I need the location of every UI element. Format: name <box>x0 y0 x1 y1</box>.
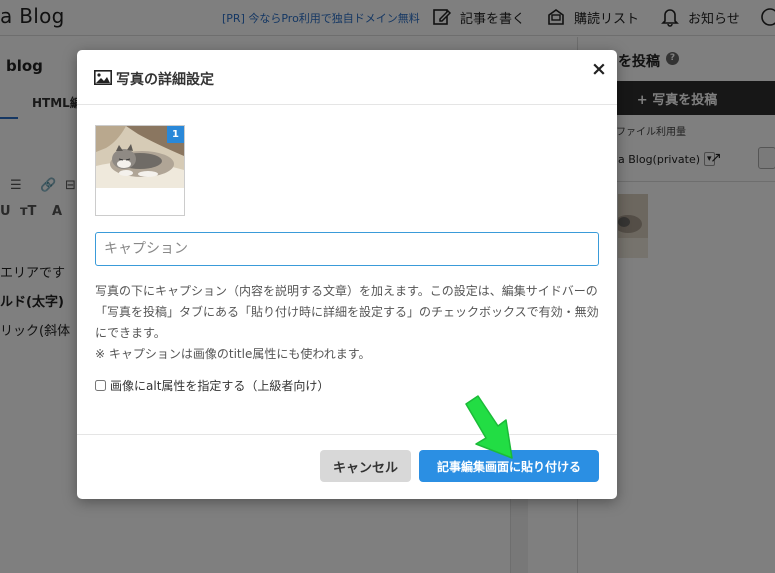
dialog-header: 写真の詳細設定 × <box>77 50 617 105</box>
cancel-button[interactable]: キャンセル <box>320 450 411 482</box>
photo-thumbnail: 1 <box>95 125 185 216</box>
close-icon[interactable]: × <box>590 58 608 80</box>
photo-settings-dialog: 写真の詳細設定 × 1 写真の下にキャプ <box>77 50 617 499</box>
title-attribute-note: ※ キャプションは画像のtitle属性にも使われます。 <box>95 347 371 361</box>
alt-attribute-checkbox[interactable] <box>95 380 106 391</box>
caption-description: 写真の下にキャプション（内容を説明する文章）を加えます。この設定は、編集サイドバ… <box>95 281 605 365</box>
caption-help-text: 写真の下にキャプション（内容を説明する文章）を加えます。この設定は、編集サイドバ… <box>95 284 599 340</box>
photo-index-badge: 1 <box>167 126 184 143</box>
dialog-footer-divider <box>77 434 617 435</box>
caption-input[interactable] <box>95 232 599 266</box>
picture-icon <box>94 70 112 85</box>
dialog-title: 写真の詳細設定 <box>116 72 214 88</box>
alt-attribute-option[interactable]: 画像にalt属性を指定する（上級者向け） <box>95 377 329 394</box>
alt-attribute-label: 画像にalt属性を指定する（上級者向け） <box>110 379 330 393</box>
arrow-down-right-icon <box>465 395 513 459</box>
